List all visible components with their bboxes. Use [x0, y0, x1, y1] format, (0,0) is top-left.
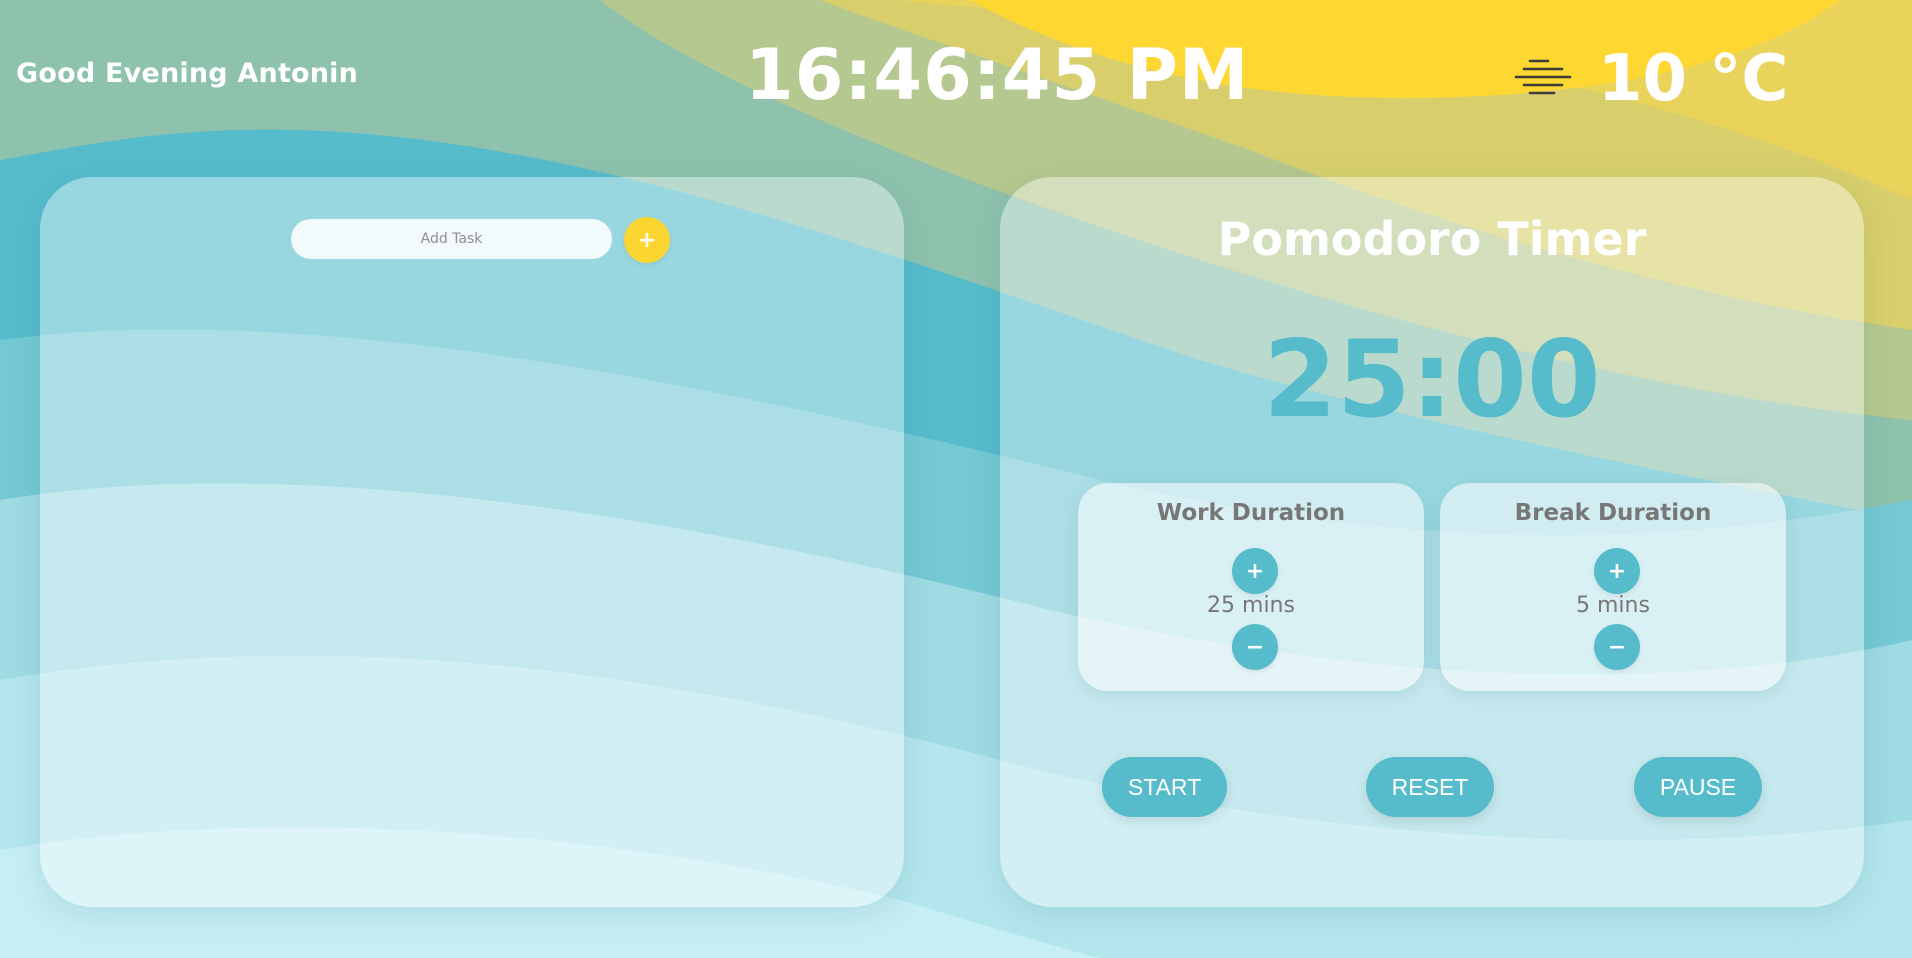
pomodoro-countdown: 25:00 [1263, 318, 1601, 441]
weather-widget: 10 °C [1514, 42, 1788, 116]
pause-button[interactable]: PAUSE [1634, 757, 1762, 817]
start-button[interactable]: START [1102, 757, 1227, 817]
pomodoro-title: Pomodoro Timer [1217, 212, 1647, 266]
work-duration-card: Work Duration + 25 mins − [1078, 483, 1424, 691]
greeting-text: Good Evening Antonin [16, 58, 359, 89]
break-decrease-button[interactable]: − [1594, 624, 1640, 670]
break-duration-card: Break Duration + 5 mins − [1440, 483, 1786, 691]
reset-button[interactable]: RESET [1366, 757, 1494, 817]
fog-icon [1514, 59, 1572, 95]
temperature-text: 10 °C [1598, 42, 1789, 116]
break-increase-button[interactable]: + [1594, 548, 1640, 594]
task-panel [40, 177, 904, 907]
clock-display: 16:46:45 PM [745, 34, 1250, 116]
break-duration-title: Break Duration [1514, 500, 1712, 526]
add-task-button[interactable]: + [624, 217, 670, 263]
work-decrease-button[interactable]: − [1232, 624, 1278, 670]
work-increase-button[interactable]: + [1232, 548, 1278, 594]
break-duration-value: 5 mins [1576, 593, 1650, 618]
work-duration-value: 25 mins [1207, 593, 1295, 618]
add-task-input[interactable] [291, 219, 612, 259]
work-duration-title: Work Duration [1156, 500, 1346, 526]
